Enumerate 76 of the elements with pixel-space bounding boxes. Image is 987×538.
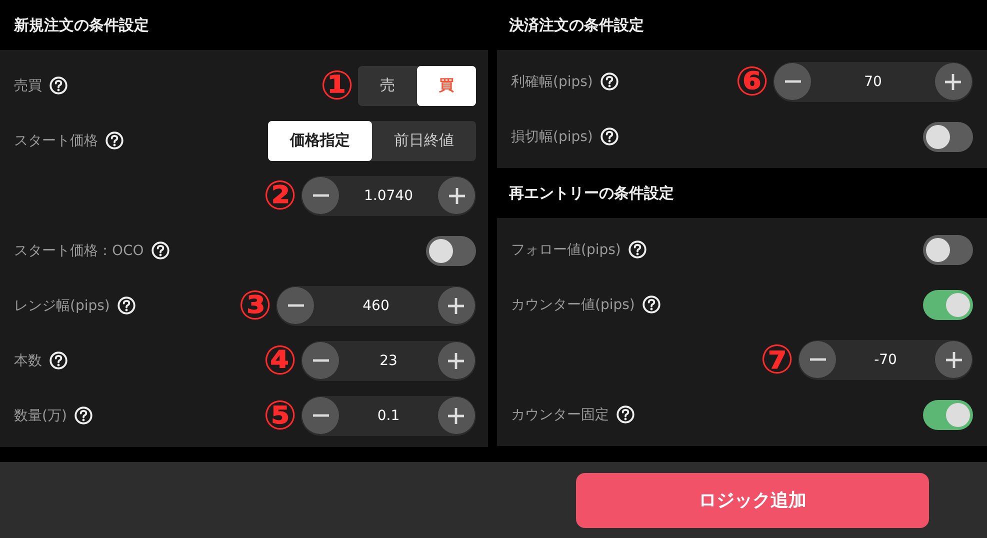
minus-icon <box>312 359 328 362</box>
help-icon[interactable] <box>628 240 647 259</box>
toggle-switch[interactable] <box>923 234 973 264</box>
minus-icon <box>810 358 826 361</box>
setting-label: 損切幅(pips) <box>511 128 593 146</box>
stepper-value: 23 <box>380 352 398 368</box>
minus-icon <box>288 304 304 307</box>
help-icon[interactable] <box>600 72 619 91</box>
number-stepper[interactable]: 70 <box>773 62 973 102</box>
number-stepper[interactable]: 1.0740 <box>301 176 476 216</box>
plus-icon <box>448 188 464 204</box>
segment-option[interactable]: 価格指定 <box>268 120 372 160</box>
section-title: 再エントリーの条件設定 <box>509 184 674 202</box>
setting-label: スタート価格 <box>14 132 98 150</box>
stepper-value: 460 <box>362 298 390 314</box>
help-icon[interactable] <box>105 131 124 150</box>
setting-label: スタート価格：OCO <box>14 242 144 260</box>
plus-icon <box>946 352 962 368</box>
toggle-switch[interactable] <box>923 290 973 320</box>
annotation-number: ⑦ <box>760 340 794 380</box>
number-stepper[interactable]: -70 <box>798 340 973 380</box>
help-icon[interactable] <box>616 405 635 424</box>
setting-label: 売買 <box>14 76 42 94</box>
section-title: 新規注文の条件設定 <box>14 16 149 34</box>
toggle-switch[interactable] <box>426 236 476 266</box>
help-icon[interactable] <box>600 127 619 146</box>
plus-icon <box>448 298 464 314</box>
setting-label: 利確幅(pips) <box>511 72 593 90</box>
number-stepper[interactable]: 460 <box>276 286 476 326</box>
annotation-number: ⑥ <box>735 62 769 102</box>
setting-label: カウンター値(pips) <box>511 296 635 314</box>
decrement-button[interactable] <box>302 342 339 379</box>
stepper-value: 1.0740 <box>364 188 413 204</box>
help-icon[interactable] <box>74 406 93 425</box>
number-stepper[interactable]: 0.1 <box>301 396 476 436</box>
plus-icon <box>448 408 464 424</box>
number-stepper[interactable]: 23 <box>301 340 476 380</box>
increment-button[interactable] <box>438 177 475 214</box>
decrement-button[interactable] <box>799 341 836 378</box>
toggle-switch[interactable] <box>923 400 973 430</box>
segment-option[interactable]: 売 <box>358 66 417 106</box>
plus-icon <box>945 74 962 90</box>
decrement-button[interactable] <box>302 397 339 434</box>
help-icon[interactable] <box>49 76 68 95</box>
minus-icon <box>784 80 800 83</box>
stepper-value: -70 <box>874 352 897 368</box>
annotation-number: ③ <box>238 286 272 326</box>
help-icon[interactable] <box>642 295 661 314</box>
segment-option[interactable]: 前日終値 <box>372 120 476 160</box>
help-icon[interactable] <box>49 351 68 370</box>
stepper-value: 0.1 <box>377 408 400 424</box>
increment-button[interactable] <box>438 287 475 324</box>
increment-button[interactable] <box>438 342 475 379</box>
annotation-number: ⑤ <box>263 396 297 436</box>
annotation-number: ④ <box>263 340 297 380</box>
minus-icon <box>312 414 328 417</box>
annotation-number: ② <box>263 176 297 216</box>
decrement-button[interactable] <box>302 177 339 214</box>
increment-button[interactable] <box>935 341 972 378</box>
annotation-number: ① <box>320 66 354 106</box>
setting-label: フォロー値(pips) <box>511 240 621 258</box>
decrement-button[interactable] <box>774 63 811 100</box>
help-icon[interactable] <box>116 296 136 315</box>
setting-label: 本数 <box>14 352 42 370</box>
setting-label: カウンター固定 <box>511 406 609 424</box>
plus-icon <box>448 352 464 368</box>
minus-icon <box>312 194 328 197</box>
help-icon[interactable] <box>150 241 170 260</box>
section-title: 決済注文の条件設定 <box>509 16 644 34</box>
setting-label: レンジ幅(pips) <box>14 296 110 314</box>
increment-button[interactable] <box>438 397 475 434</box>
increment-button[interactable] <box>934 63 972 100</box>
decrement-button[interactable] <box>277 287 314 324</box>
stepper-value: 70 <box>864 74 882 90</box>
setting-label: 数量(万) <box>14 406 67 424</box>
toggle-switch[interactable] <box>923 122 973 152</box>
